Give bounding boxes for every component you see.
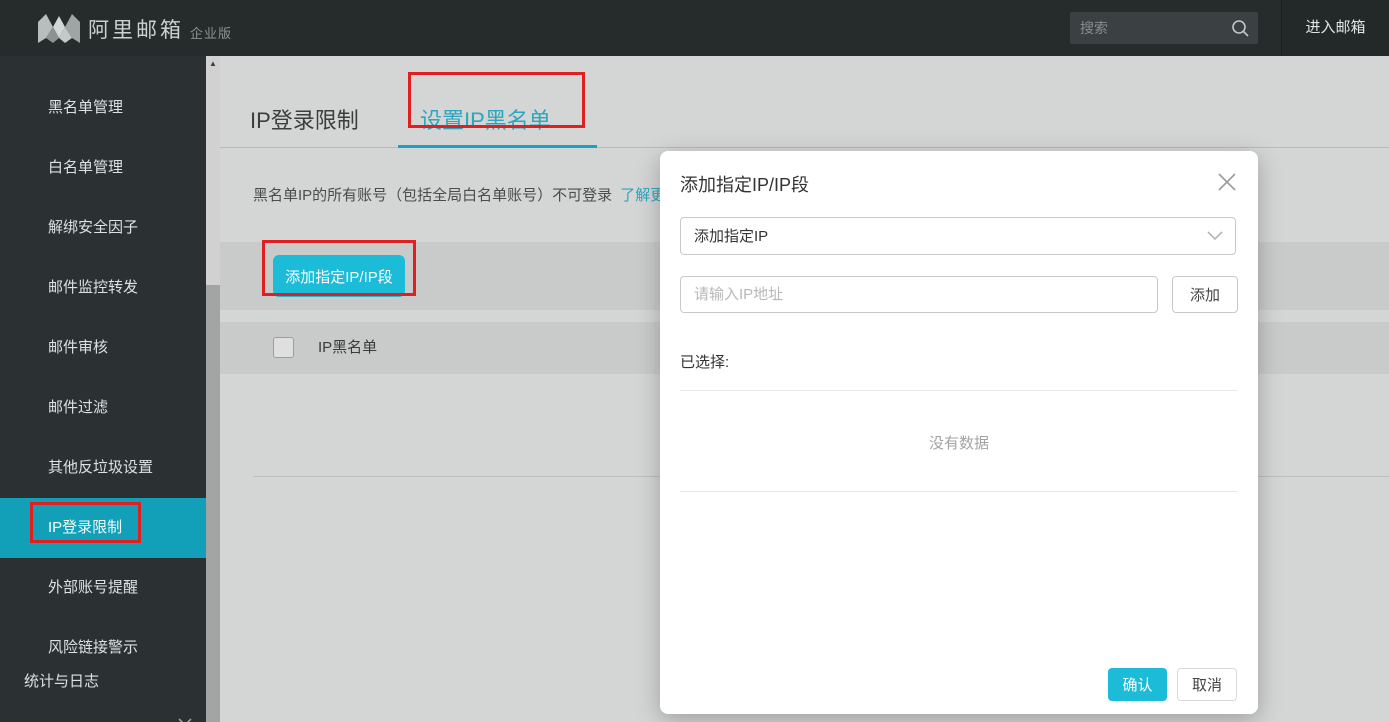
sidebar-item-mail-monitor[interactable]: 邮件监控转发 [0,258,206,318]
sidebar-item-whitelist[interactable]: 白名单管理 [0,138,206,198]
blacklist-description: 黑名单IP的所有账号（包括全局白名单账号）不可登录了解更多 [253,184,680,205]
empty-state-text: 没有数据 [660,432,1258,453]
chevron-down-icon [1207,231,1223,241]
divider [680,390,1238,391]
sidebar-item-antispam-other[interactable]: 其他反垃圾设置 [0,438,206,498]
scrollbar-up-arrow-icon[interactable]: ▲ [206,56,220,72]
tab-ip-login-limit[interactable]: IP登录限制 [250,103,359,135]
close-icon[interactable] [1212,167,1242,197]
ip-type-select-value: 添加指定IP [694,218,768,256]
add-ip-button[interactable]: 添加指定IP/IP段 [273,255,405,297]
add-button[interactable]: 添加 [1172,276,1238,313]
sidebar-item-ip-login-limit[interactable]: IP登录限制 [0,498,206,558]
brand-title: 阿里邮箱 [88,14,184,44]
topbar-search [1070,12,1258,44]
tab-set-ip-blacklist[interactable]: 设置IP黑名单 [420,103,551,135]
ip-type-select[interactable]: 添加指定IP [680,217,1236,255]
topbar: 阿里邮箱 企业版 进入邮箱 [0,0,1389,56]
sidebar-section-label: 统计与日志 [24,673,99,690]
sidebar-nav: 黑名单管理 白名单管理 解绑安全因子 邮件监控转发 邮件审核 邮件过滤 其他反垃… [0,56,206,722]
chevron-down-icon [178,718,192,722]
tab-bar: IP登录限制 设置IP黑名单 [220,56,1389,148]
sidebar-item-mail-audit[interactable]: 邮件审核 [0,318,206,378]
dialog-title: 添加指定IP/IP段 [680,171,809,197]
alimail-logo-icon [36,12,82,44]
select-all-checkbox[interactable] [273,337,294,358]
table-header-label: IP黑名单 [318,322,377,374]
add-ip-dialog: 添加指定IP/IP段 添加指定IP 添加 已选择: 没有数据 确认 取消 [660,151,1258,714]
divider [680,491,1238,492]
sidebar-item-external-account[interactable]: 外部账号提醒 [0,558,206,618]
sidebar-item-mail-filter[interactable]: 邮件过滤 [0,378,206,438]
ip-address-input[interactable] [680,276,1158,313]
sidebar-section-stats-logs[interactable]: 统计与日志 [0,622,206,722]
cancel-button[interactable]: 取消 [1177,668,1237,701]
sidebar-item-blacklist[interactable]: 黑名单管理 [0,78,206,138]
selected-label: 已选择: [680,351,729,372]
search-icon[interactable] [1230,18,1250,38]
active-tab-underline [398,145,597,148]
sidebar-scrollbar[interactable]: ▲ [206,56,220,722]
sidebar-item-unbind-factor[interactable]: 解绑安全因子 [0,198,206,258]
confirm-button[interactable]: 确认 [1108,668,1167,701]
scrollbar-thumb[interactable] [206,285,220,722]
enter-mailbox-button[interactable]: 进入邮箱 [1281,0,1389,56]
brand-edition-label: 企业版 [190,23,232,42]
